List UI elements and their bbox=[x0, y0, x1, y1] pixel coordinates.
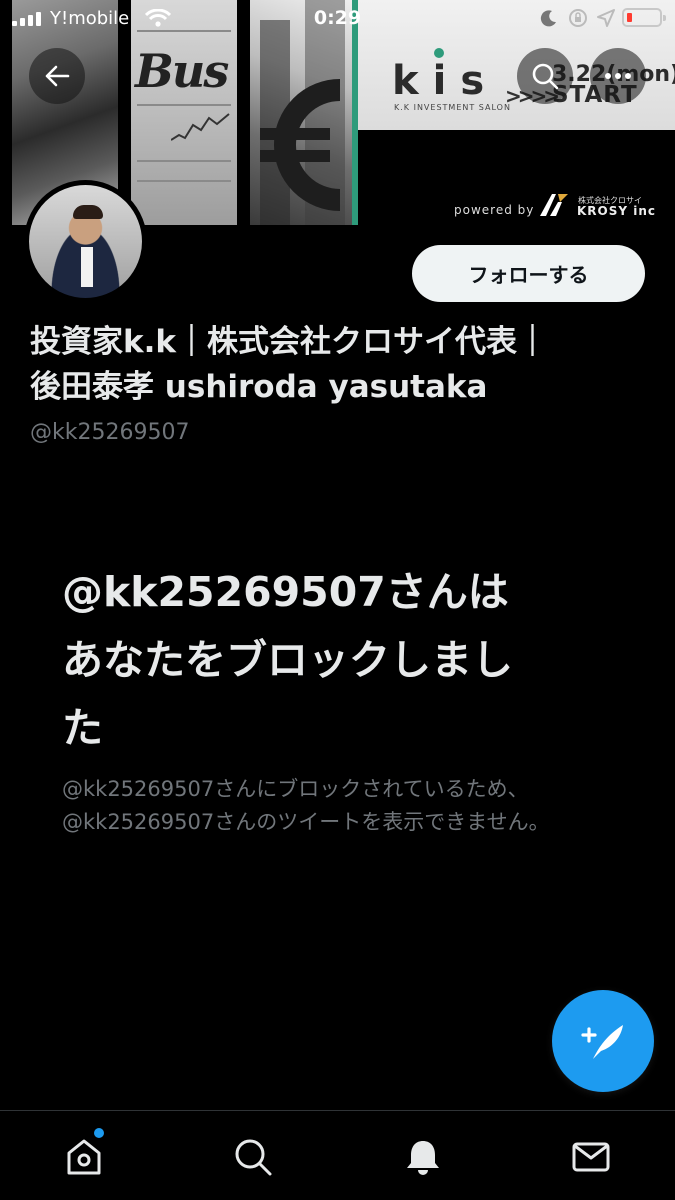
kis-logo: kis bbox=[392, 58, 499, 104]
stock-chart-icon bbox=[171, 113, 230, 141]
tab-messages[interactable] bbox=[567, 1133, 615, 1181]
kis-logo-dot bbox=[434, 48, 444, 58]
mail-icon bbox=[572, 1142, 610, 1172]
tab-home[interactable] bbox=[60, 1133, 108, 1181]
display-name-line2: 後田泰孝 ushiroda yasutaka bbox=[30, 369, 488, 405]
blocked-title-line3: た bbox=[62, 704, 103, 752]
blocked-title-line1: @kk25269507さんは bbox=[62, 568, 509, 616]
do-not-disturb-icon bbox=[540, 10, 556, 27]
search-icon bbox=[235, 1139, 272, 1176]
display-name-line1: 投資家k.k｜株式会社クロサイ代表｜ bbox=[30, 324, 549, 360]
bottom-tab-bar bbox=[0, 1110, 675, 1200]
compose-tweet-icon bbox=[581, 1025, 623, 1059]
more-dots-icon bbox=[605, 73, 631, 79]
compose-tweet-button[interactable] bbox=[552, 990, 654, 1092]
banner-newspaper-text: Bus bbox=[135, 44, 229, 98]
more-button[interactable] bbox=[590, 48, 646, 104]
blocked-description: @kk25269507さんにブロックされているため、@kk25269507さんの… bbox=[62, 777, 550, 834]
krosy-company-name: KROSY inc bbox=[577, 204, 657, 218]
profile-display-name: 投資家k.k｜株式会社クロサイ代表｜ 後田泰孝 ushiroda yasutak… bbox=[30, 320, 650, 410]
blocked-title-line2: あなたをブロックしまし bbox=[62, 636, 513, 684]
profile-handle: @kk25269507 bbox=[30, 420, 190, 445]
euro-sign-icon bbox=[260, 79, 341, 211]
tab-notifications[interactable] bbox=[399, 1133, 447, 1181]
status-bar: Y!mobile 0:29 bbox=[0, 0, 675, 36]
orientation-lock-icon bbox=[569, 9, 587, 27]
bell-icon bbox=[407, 1141, 439, 1175]
search-icon bbox=[532, 63, 559, 90]
location-icon bbox=[597, 9, 615, 27]
arrow-left-icon bbox=[45, 65, 70, 87]
back-button[interactable] bbox=[29, 48, 85, 104]
battery-icon bbox=[622, 8, 666, 27]
blocked-title: @kk25269507さんは あなたをブロックしまし た bbox=[62, 558, 622, 762]
home-notification-badge bbox=[94, 1128, 104, 1138]
follow-button[interactable]: フォローする bbox=[412, 245, 645, 302]
tab-search[interactable] bbox=[229, 1133, 277, 1181]
home-icon bbox=[67, 1139, 101, 1175]
kis-logo-subtitle: K.K INVESTMENT SALON bbox=[394, 103, 511, 112]
krosy-logo-icon bbox=[540, 194, 568, 216]
powered-by-text: powered by bbox=[454, 203, 535, 217]
search-button[interactable] bbox=[517, 48, 573, 104]
profile-avatar[interactable] bbox=[24, 180, 147, 303]
